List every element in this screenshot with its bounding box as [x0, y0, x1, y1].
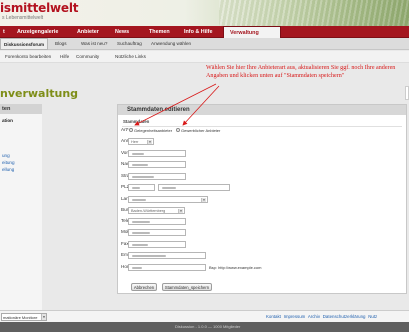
nachname-input[interactable]	[128, 161, 186, 168]
redacted-text	[132, 199, 146, 201]
panel-heading: Stammdaten editieren	[118, 105, 406, 115]
subnav-item-anwendung-waehlen[interactable]: Anwendung wählen	[151, 38, 191, 50]
radio-gelegenheitsanbieter[interactable]	[129, 128, 133, 132]
site-logo-subtitle: s Lebensmittelwelt	[2, 15, 44, 21]
redacted-text	[162, 187, 176, 189]
sidebar-item-2[interactable]: ung	[2, 153, 10, 158]
footer-link-kontakt[interactable]: Kontakt	[266, 314, 281, 319]
redacted-text	[132, 244, 148, 246]
subnav-item-blogs[interactable]: Blogs	[55, 38, 67, 50]
redacted-text	[132, 255, 166, 257]
bundesland-select[interactable]: Baden-Württemberg ▼	[128, 207, 185, 214]
mobiltelefon-input[interactable]	[128, 229, 186, 236]
nav-item-themen[interactable]: Themen	[149, 26, 170, 38]
right-edge-box[interactable]	[405, 86, 409, 100]
chevron-down-icon: ▼	[147, 140, 152, 144]
vorname-input[interactable]	[128, 150, 186, 157]
footer-link-impressum[interactable]: Impressum	[284, 314, 306, 319]
nav-item-t[interactable]: t	[3, 26, 5, 38]
nav-item-news[interactable]: News	[115, 26, 129, 38]
anrede-select[interactable]: Herr ▼	[128, 138, 154, 145]
redacted-text	[132, 187, 140, 189]
sub-navigation: Diskussionsforum Blogs Was ist neu? Such…	[0, 38, 409, 50]
subnav2-item-nuetzliche-links[interactable]: Nützliche Links	[115, 51, 146, 63]
redacted-text	[132, 153, 144, 155]
fax-input[interactable]	[128, 241, 186, 248]
sidebar: ten ation ung eitung ellung	[0, 104, 42, 310]
subnav-item-suchauftrag[interactable]: Suchauftrag	[117, 38, 142, 50]
header-wheat-field-image	[219, 0, 409, 26]
nav-item-info-hilfe[interactable]: Info & Hilfe	[184, 26, 212, 38]
subnav2-item-community[interactable]: Community	[76, 51, 99, 63]
monitor-select-label: mationäre Monitore	[3, 315, 38, 320]
plz-input[interactable]	[128, 184, 155, 191]
footer-link-nutz[interactable]: Nutz	[368, 314, 377, 319]
subnav-item-was-ist-neu[interactable]: Was ist neu?	[81, 38, 107, 50]
sidebar-item-4[interactable]: ellung	[2, 167, 14, 172]
email-input[interactable]	[128, 252, 206, 259]
telefon-input[interactable]	[128, 218, 186, 225]
subnav2-item-hilfe[interactable]: Hilfe	[60, 51, 69, 63]
section-title: Stammdaten	[123, 119, 150, 124]
instruction-annotation: Wählen Sie hier Ihre Anbieterart aus, ak…	[206, 65, 396, 79]
option-gewerblicher-anbieter: Gewerblicher Anbieter	[181, 128, 221, 133]
option-gelegenheitsanbieter: Gelegenheitsanbieter	[134, 128, 173, 133]
footer-bar: mationäre Monitore ▼ Kontakt Impressum A…	[0, 310, 409, 322]
chevron-down-icon: ▼	[178, 209, 183, 213]
chevron-down-icon: ▼	[41, 314, 46, 320]
monitor-select[interactable]: mationäre Monitore ▼	[1, 313, 47, 321]
site-header: ismittelwelt s Lebensmittelwelt	[0, 0, 409, 26]
sidebar-heading: ten	[0, 104, 42, 114]
site-logo-text[interactable]: ismittelwelt	[0, 1, 78, 15]
sub-navigation-secondary: Forenkonto bearbeiten Hilfe Community Nü…	[0, 51, 409, 63]
save-stammdaten-button[interactable]: Stammdaten_speichern	[162, 283, 212, 291]
land-select[interactable]: ▼	[128, 196, 208, 203]
nav-item-anbieter[interactable]: Anbieter	[77, 26, 99, 38]
redacted-text	[132, 221, 150, 223]
chevron-down-icon: ▼	[201, 198, 206, 202]
subnav-item-diskussionsforum[interactable]: Diskussionsforum	[0, 38, 49, 50]
nav-item-anzeigengalerie[interactable]: Anzeigengalerie	[17, 26, 58, 38]
main-navigation: t Anzeigengalerie Anbieter News Themen I…	[0, 26, 409, 39]
homepage-hint: Bsp: http://www.example.com	[209, 265, 262, 270]
redacted-text	[132, 267, 142, 269]
radio-gewerblicher-anbieter[interactable]	[176, 128, 180, 132]
section-divider	[122, 126, 402, 127]
redacted-text	[132, 232, 150, 234]
footer-link-archiv[interactable]: Archiv	[308, 314, 320, 319]
footer-link-datenschutz[interactable]: Datenschutzerklärung	[323, 314, 366, 319]
subnav2-item-forenkonto[interactable]: Forenkonto bearbeiten	[5, 51, 51, 63]
redacted-text	[132, 176, 154, 178]
sidebar-item-3[interactable]: eitung	[2, 160, 15, 165]
cancel-button[interactable]: Abbrechen	[131, 283, 157, 291]
footer-links: Kontakt Impressum Archiv Datenschutzerkl…	[266, 313, 379, 321]
bundesland-value: Baden-Württemberg	[131, 209, 166, 213]
sidebar-item-1[interactable]: ation	[2, 118, 13, 123]
bottom-strip: Diskussion - 1.0.0 — 1000 Mitglieder	[0, 322, 409, 332]
ort-input[interactable]	[158, 184, 230, 191]
strasse-input[interactable]	[128, 173, 186, 180]
homepage-input[interactable]	[128, 264, 206, 271]
page-title: nverwaltung	[0, 87, 79, 100]
anrede-value: Herr	[131, 140, 139, 144]
redacted-text	[132, 164, 148, 166]
bottom-strip-text: Diskussion - 1.0.0 — 1000 Mitglieder	[175, 324, 241, 329]
